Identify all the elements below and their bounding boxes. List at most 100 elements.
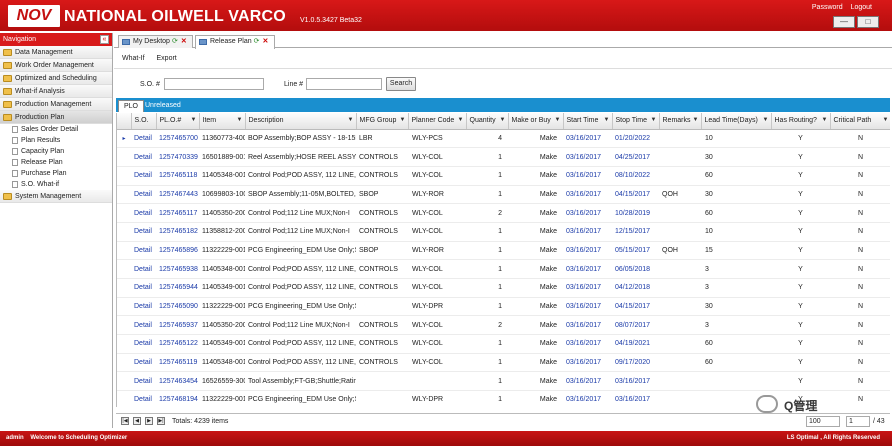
column-header[interactable]: PL.O.# ▼ xyxy=(156,113,200,130)
table-cell: Make xyxy=(508,222,563,242)
so-input[interactable] xyxy=(164,78,264,90)
nav-sub-so-whatif[interactable]: S.O. What-if xyxy=(0,179,112,190)
row-indicator xyxy=(117,297,131,317)
table-cell: WLY-ROR xyxy=(408,241,466,261)
detail-link[interactable]: Detail xyxy=(131,147,156,167)
table-row[interactable]: Detail 1257465117 11405350-200 Control Pod;… xyxy=(117,203,890,223)
column-header[interactable]: Item ▼ xyxy=(199,113,246,130)
search-button[interactable]: Search xyxy=(386,77,416,91)
column-header[interactable]: Has Routing? ▼ xyxy=(771,113,831,130)
first-page-button[interactable]: |◀ xyxy=(121,417,129,425)
whatif-button[interactable]: What-If xyxy=(122,55,145,62)
detail-link[interactable]: Detail xyxy=(131,203,156,223)
column-header[interactable]: Quantity ▼ xyxy=(466,113,509,130)
last-page-button[interactable]: ▶| xyxy=(157,417,165,425)
password-link[interactable]: Password xyxy=(812,4,843,11)
column-header[interactable]: Make or Buy ▼ xyxy=(508,113,564,130)
filter-icon[interactable]: ▼ xyxy=(500,117,506,123)
table-cell: 03/16/2017 xyxy=(563,371,612,392)
filter-icon[interactable]: ▼ xyxy=(400,117,406,123)
nav-item-whatif-analysis[interactable]: What-if Analysis xyxy=(0,85,112,98)
nav-sub-capacity-plan[interactable]: Capacity Plan xyxy=(0,146,112,157)
filter-icon[interactable]: ▼ xyxy=(237,117,243,123)
nav-sub-plan-results[interactable]: Plan Results xyxy=(0,135,112,146)
table-cell: Y xyxy=(771,259,830,279)
refresh-icon[interactable]: ⟳ xyxy=(172,38,178,45)
filter-icon[interactable]: ▼ xyxy=(191,117,197,123)
detail-link[interactable]: Detail xyxy=(131,259,156,279)
detail-link[interactable]: Detail xyxy=(131,241,156,261)
nav-item-system-management[interactable]: System Management xyxy=(0,190,112,203)
minimize-button[interactable]: — xyxy=(833,16,855,28)
table-cell: 11405350-200 xyxy=(199,315,245,336)
refresh-icon[interactable]: ⟳ xyxy=(254,38,260,45)
table-row[interactable]: Detail 1257465938 11405348-001 Control Pod;… xyxy=(117,259,890,279)
table-cell xyxy=(659,297,701,317)
table-row[interactable]: Detail 1257465118 11405348-001 Control Pod;… xyxy=(117,166,890,186)
detail-link[interactable]: Detail xyxy=(131,278,156,298)
filter-icon[interactable]: ▼ xyxy=(822,117,828,123)
detail-link[interactable]: Detail xyxy=(131,129,156,149)
detail-link[interactable]: Detail xyxy=(131,222,156,242)
column-header[interactable]: Lead Time(Days) ▼ xyxy=(701,113,772,130)
table-row[interactable]: Detail 1257465182 11358812-200 Control Pod;… xyxy=(117,222,890,242)
line-input[interactable] xyxy=(306,78,382,90)
tab-release-plan[interactable]: Release Plan ⟳ ✕ xyxy=(195,35,275,49)
table-row[interactable]: Detail 1257465944 11405349-001 Control Pod;… xyxy=(117,278,890,298)
filter-icon[interactable]: ▼ xyxy=(348,117,354,123)
column-header[interactable]: Critical Path ▼ xyxy=(830,113,890,130)
column-header[interactable]: Start Time ▼ xyxy=(563,113,613,130)
table-row[interactable]: Detail 1257465090 11322229-001 PCG Engineer… xyxy=(117,297,890,317)
table-row[interactable]: Detail 1257465119 11405348-001 Control Pod;… xyxy=(117,353,890,373)
filter-icon[interactable]: ▼ xyxy=(458,117,464,123)
table-cell xyxy=(659,147,701,167)
next-page-button[interactable]: ▶ xyxy=(145,417,153,425)
table-cell: 1257465944 xyxy=(156,278,199,298)
collapse-nav-button[interactable]: « xyxy=(100,35,109,44)
detail-link[interactable]: Detail xyxy=(131,166,156,186)
filter-icon[interactable]: ▼ xyxy=(555,117,561,123)
prev-page-button[interactable]: ◀ xyxy=(133,417,141,425)
column-header[interactable]: MFG Group ▼ xyxy=(356,113,409,130)
nav-item-optimized-scheduling[interactable]: Optimized and Scheduling xyxy=(0,72,112,85)
filter-icon[interactable]: ▼ xyxy=(883,117,889,123)
table-row[interactable]: Detail 1257465937 11405350-200 Control Pod;… xyxy=(117,315,890,336)
nav-sub-purchase-plan[interactable]: Purchase Plan xyxy=(0,168,112,179)
maximize-button[interactable]: □ xyxy=(857,16,879,28)
filter-icon[interactable]: ▼ xyxy=(604,117,610,123)
table-row[interactable]: Detail 1257467443 10699803-100 SBOP Assembl… xyxy=(117,185,890,205)
nav-item-work-order-management[interactable]: Work Order Management xyxy=(0,59,112,72)
table-row[interactable]: Detail 1257463454 16526559-300 Tool Assembl… xyxy=(117,371,890,392)
detail-link[interactable]: Detail xyxy=(131,185,156,205)
nav-item-production-plan[interactable]: Production Plan xyxy=(0,111,112,124)
column-header[interactable]: Description ▼ xyxy=(245,113,357,130)
detail-link[interactable]: Detail xyxy=(131,353,156,373)
table-row[interactable]: Detail 1257470339 16501889-001 Reel Assembl… xyxy=(117,147,890,167)
detail-link[interactable]: Detail xyxy=(131,371,156,392)
close-icon[interactable]: ✕ xyxy=(263,38,269,45)
nav-sub-sales-order-detail[interactable]: Sales Order Detail xyxy=(0,124,112,135)
nav-sub-release-plan[interactable]: Release Plan xyxy=(0,157,112,168)
column-header[interactable]: Planner Code ▼ xyxy=(408,113,467,130)
detail-link[interactable]: Detail xyxy=(131,334,156,354)
filter-icon[interactable]: ▼ xyxy=(651,117,657,123)
nav-item-data-management[interactable]: Data Management xyxy=(0,46,112,59)
tab-my-desktop[interactable]: My Desktop ⟳ ✕ xyxy=(118,35,193,48)
filter-icon[interactable]: ▼ xyxy=(763,117,769,123)
column-header[interactable]: S.O. xyxy=(131,113,157,130)
export-button[interactable]: Export xyxy=(157,55,177,62)
column-header[interactable]: Remarks ▼ xyxy=(659,113,702,130)
table-row[interactable]: Detail 1257465122 11405349-001 Control Pod;… xyxy=(117,334,890,354)
desktop-icon xyxy=(122,39,130,45)
nav-item-production-management[interactable]: Production Management xyxy=(0,98,112,111)
logout-link[interactable]: Logout xyxy=(851,4,872,11)
close-icon[interactable]: ✕ xyxy=(181,38,187,45)
table-row[interactable]: ▸ Detail 1257465700 11360773-400 BOP Assembl… xyxy=(117,129,890,149)
detail-link[interactable]: Detail xyxy=(131,390,156,407)
subtab-unreleased[interactable]: Unreleased xyxy=(140,100,186,112)
column-header[interactable]: Stop Time ▼ xyxy=(612,113,660,130)
filter-icon[interactable]: ▼ xyxy=(693,117,699,123)
detail-link[interactable]: Detail xyxy=(131,315,156,336)
table-row[interactable]: Detail 1257465896 11322229-001 PCG Engineer… xyxy=(117,241,890,261)
detail-link[interactable]: Detail xyxy=(131,297,156,317)
